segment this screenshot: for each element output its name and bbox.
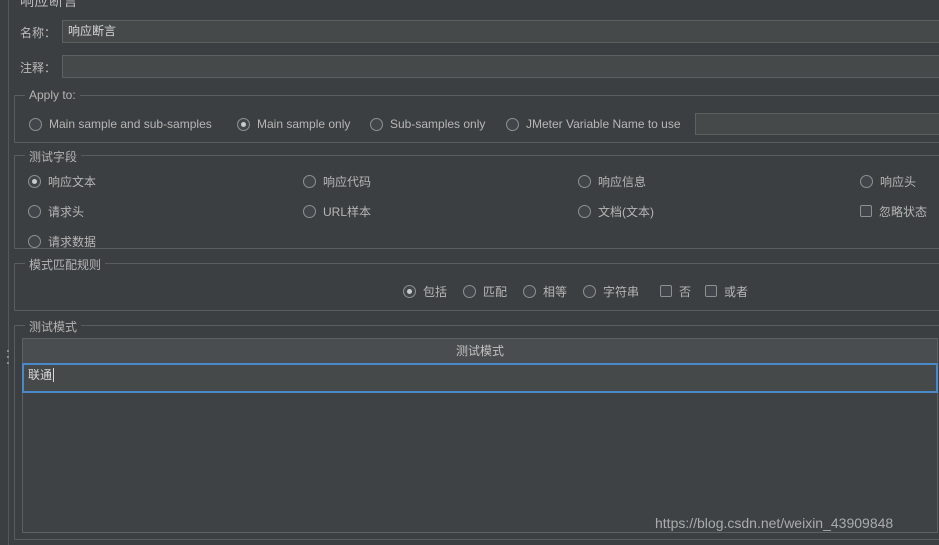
- radio-substring[interactable]: 字符串: [583, 283, 639, 299]
- radio-response-message[interactable]: 响应信息: [578, 173, 646, 189]
- radio-request-headers[interactable]: 请求头: [28, 203, 84, 219]
- option-label: 相等: [543, 284, 568, 299]
- radio-document-text[interactable]: 文档(文本): [578, 203, 654, 219]
- option-label: 忽略状态: [879, 204, 928, 219]
- radio-sub-samples-only[interactable]: Sub-samples only: [370, 116, 485, 132]
- option-label: URL样本: [323, 204, 372, 219]
- option-label: 响应头: [880, 174, 917, 189]
- option-label: 请求头: [48, 204, 85, 219]
- name-input[interactable]: 响应断言: [62, 20, 939, 43]
- name-label: 名称：: [20, 26, 57, 40]
- checkbox-indicator: [705, 285, 717, 297]
- radio-indicator: [303, 204, 316, 218]
- test-patterns-column-header[interactable]: 测试模式: [22, 338, 938, 363]
- comment-row: 注释：: [0, 55, 939, 79]
- radio-contains[interactable]: 包括: [403, 283, 447, 299]
- test-patterns-group: 测试模式 测试模式 联通: [14, 318, 939, 540]
- option-label: 响应信息: [598, 174, 647, 189]
- option-label: Sub-samples only: [390, 117, 486, 131]
- name-row: 名称： 响应断言: [0, 20, 939, 44]
- option-label: 响应文本: [48, 174, 97, 189]
- test-field-group: 测试字段 响应文本 响应代码 响应信息 响应头 请求头 URL样本 文档(文本)…: [14, 148, 939, 249]
- checkbox-not[interactable]: 否: [660, 283, 691, 299]
- radio-indicator-selected: [237, 117, 250, 131]
- pattern-rules-group-title: 模式匹配规则: [25, 256, 106, 273]
- radio-indicator: [523, 284, 536, 298]
- radio-indicator: [860, 174, 873, 188]
- option-label: 请求数据: [48, 234, 97, 249]
- radio-response-text[interactable]: 响应文本: [28, 173, 96, 189]
- split-pane-drag-handle[interactable]: [5, 350, 12, 370]
- checkbox-indicator: [660, 285, 672, 297]
- test-field-group-title: 测试字段: [25, 148, 82, 165]
- radio-indicator: [28, 204, 41, 218]
- radio-indicator: [506, 117, 519, 131]
- option-label: 匹配: [483, 284, 508, 299]
- radio-response-code[interactable]: 响应代码: [303, 173, 371, 189]
- pattern-matching-rules-group: 模式匹配规则 包括 匹配 相等 字符串 否 或者: [14, 256, 939, 311]
- radio-jmeter-variable-name[interactable]: JMeter Variable Name to use: [506, 116, 681, 132]
- radio-matches[interactable]: 匹配: [463, 283, 507, 299]
- radio-indicator: [463, 284, 476, 298]
- jmeter-variable-name-input[interactable]: [695, 113, 939, 135]
- checkbox-ignore-status[interactable]: 忽略状态: [860, 203, 927, 219]
- option-label: 字符串: [603, 284, 640, 299]
- comment-label: 注释：: [20, 61, 57, 75]
- watermark-text: https://blog.csdn.net/weixin_43909848: [655, 515, 894, 531]
- option-label: 文档(文本): [598, 204, 654, 219]
- option-label: Main sample only: [257, 117, 351, 131]
- option-label: JMeter Variable Name to use: [526, 117, 681, 131]
- radio-request-data[interactable]: 请求数据: [28, 233, 96, 249]
- radio-indicator: [578, 174, 591, 188]
- option-label: Main sample and sub-samples: [49, 117, 212, 131]
- radio-indicator: [583, 284, 596, 298]
- option-label: 包括: [423, 284, 448, 299]
- split-pane-divider: [8, 0, 9, 545]
- page-title: 响应断言: [20, 0, 78, 9]
- apply-to-group-title: Apply to:: [25, 88, 80, 102]
- checkbox-indicator: [860, 205, 872, 217]
- text-caret: [53, 368, 55, 382]
- option-label: 或者: [724, 284, 749, 299]
- option-label: 否: [679, 284, 692, 299]
- radio-indicator: [303, 174, 316, 188]
- apply-to-group: Apply to: Main sample and sub-samples Ma…: [14, 88, 939, 143]
- radio-main-sample-only[interactable]: Main sample only: [237, 116, 350, 132]
- radio-indicator: [370, 117, 383, 131]
- radio-indicator-selected: [403, 284, 416, 298]
- radio-main-sample-and-sub-samples[interactable]: Main sample and sub-samples: [29, 116, 212, 132]
- radio-response-headers[interactable]: 响应头: [860, 173, 916, 189]
- radio-indicator-selected: [28, 174, 41, 188]
- radio-indicator: [28, 234, 41, 248]
- test-patterns-group-title: 测试模式: [25, 318, 82, 335]
- checkbox-or[interactable]: 或者: [705, 283, 748, 299]
- comment-input[interactable]: [62, 55, 939, 78]
- test-pattern-cell-editor[interactable]: 联通: [22, 363, 938, 393]
- radio-indicator: [29, 117, 42, 131]
- radio-equals[interactable]: 相等: [523, 283, 567, 299]
- radio-url-sample[interactable]: URL样本: [303, 203, 371, 219]
- test-pattern-cell-value: 联通: [28, 368, 53, 382]
- radio-indicator: [578, 204, 591, 218]
- response-assertion-panel: 响应断言 名称： 响应断言 注释： Apply to: Main sample …: [0, 0, 939, 545]
- option-label: 响应代码: [323, 174, 372, 189]
